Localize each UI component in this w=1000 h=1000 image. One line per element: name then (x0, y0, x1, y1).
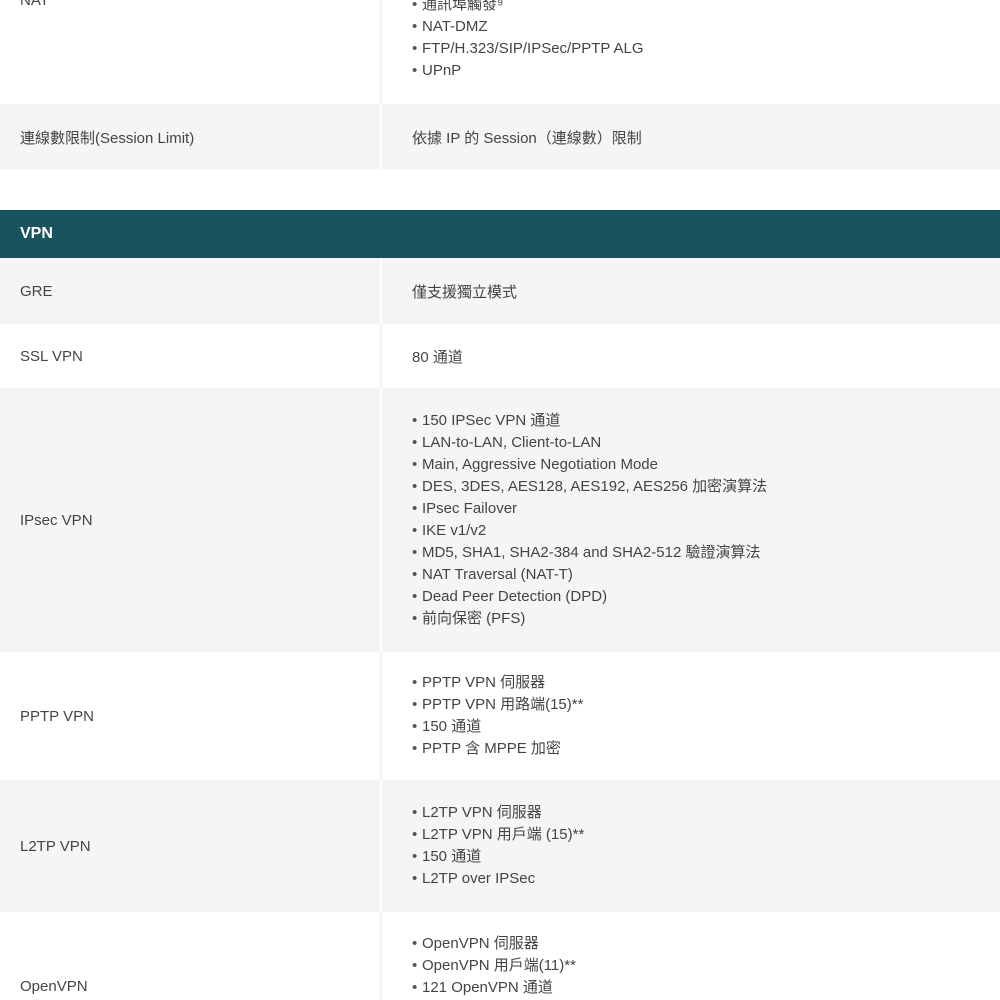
ipsec-vpn-label: IPsec VPN (20, 511, 93, 529)
list-item: L2TP VPN 用戶端 (15)** (412, 824, 584, 846)
gre-value: 僅支援獨立模式 (380, 258, 1000, 324)
nat-list: 通訊埠觸發⁹ NAT-DMZ FTP/H.323/SIP/IPSec/PPTP … (412, 0, 643, 82)
session-limit-row: 連線數限制(Session Limit) 依據 IP 的 Session（連線數… (0, 104, 1000, 170)
list-item: UPnP (412, 60, 643, 82)
section-gap (0, 170, 1000, 210)
l2tp-vpn-row: L2TP VPN L2TP VPN 伺服器 L2TP VPN 用戶端 (15)*… (0, 780, 1000, 912)
list-item: OpenVPN 用戶端(11)** (412, 955, 576, 977)
list-item: IKE v1/v2 (412, 520, 767, 542)
gre-label: GRE (20, 282, 53, 300)
list-item: L2TP over IPSec (412, 868, 584, 890)
l2tp-vpn-value-cell: L2TP VPN 伺服器 L2TP VPN 用戶端 (15)** 150 通道 … (380, 780, 1000, 912)
ipsec-vpn-row: IPsec VPN 150 IPSec VPN 通道 LAN-to-LAN, C… (0, 388, 1000, 652)
list-item: LAN-to-LAN, Client-to-LAN (412, 432, 767, 454)
session-limit-value: 依據 IP 的 Session（連線數）限制 (380, 104, 1000, 170)
list-item: FTP/H.323/SIP/IPSec/PPTP ALG (412, 38, 643, 60)
openvpn-label: OpenVPN (20, 978, 88, 995)
session-limit-label: 連線數限制(Session Limit) (20, 129, 195, 147)
list-item: Main, Aggressive Negotiation Mode (412, 454, 767, 476)
list-item: IPsec Failover (412, 498, 767, 520)
list-item: Dead Peer Detection (DPD) (412, 586, 767, 608)
list-item: 150 IPSec VPN 通道 (412, 410, 767, 432)
openvpn-row: OpenVPN OpenVPN 伺服器 OpenVPN 用戶端(11)** 12… (0, 912, 1000, 1000)
pptp-vpn-list: PPTP VPN 伺服器 PPTP VPN 用路端(15)** 150 通道 P… (412, 672, 583, 760)
pptp-vpn-row: PPTP VPN PPTP VPN 伺服器 PPTP VPN 用路端(15)**… (0, 652, 1000, 780)
list-item: 121 OpenVPN 通道 (412, 977, 576, 999)
list-item: NAT Traversal (NAT-T) (412, 564, 767, 586)
list-item: DES, 3DES, AES128, AES192, AES256 加密演算法 (412, 476, 767, 498)
gre-row: GRE 僅支援獨立模式 (0, 258, 1000, 324)
list-item: MD5, SHA1, SHA2-384 and SHA2-512 驗證演算法 (412, 542, 767, 564)
list-item: 通訊埠觸發⁹ (412, 0, 643, 16)
list-item: PPTP VPN 用路端(15)** (412, 694, 583, 716)
list-item: 150 通道 (412, 846, 584, 868)
nat-label-cell: NAT (0, 0, 380, 104)
list-item: PPTP VPN 伺服器 (412, 672, 583, 694)
list-item: 150 通道 (412, 716, 583, 738)
list-item: NAT-DMZ (412, 16, 643, 38)
ssl-vpn-label: SSL VPN (20, 347, 83, 365)
spec-table: NAT 通訊埠觸發⁹ NAT-DMZ FTP/H.323/SIP/IPSec/P… (0, 0, 1000, 1000)
list-item: 前向保密 (PFS) (412, 608, 767, 630)
list-item: PPTP 含 MPPE 加密 (412, 738, 583, 760)
ssl-vpn-value: 80 通道 (380, 324, 1000, 388)
ssl-vpn-row: SSL VPN 80 通道 (0, 324, 1000, 388)
nat-value-cell: 通訊埠觸發⁹ NAT-DMZ FTP/H.323/SIP/IPSec/PPTP … (380, 0, 1000, 104)
openvpn-list: OpenVPN 伺服器 OpenVPN 用戶端(11)** 121 OpenVP… (412, 933, 576, 999)
pptp-vpn-value-cell: PPTP VPN 伺服器 PPTP VPN 用路端(15)** 150 通道 P… (380, 652, 1000, 780)
list-item: OpenVPN 伺服器 (412, 933, 576, 955)
nat-label: NAT (20, 0, 49, 9)
ipsec-vpn-value-cell: 150 IPSec VPN 通道 LAN-to-LAN, Client-to-L… (380, 388, 1000, 652)
pptp-vpn-label: PPTP VPN (20, 707, 94, 725)
list-item: L2TP VPN 伺服器 (412, 802, 584, 824)
l2tp-vpn-list: L2TP VPN 伺服器 L2TP VPN 用戶端 (15)** 150 通道 … (412, 802, 584, 890)
l2tp-vpn-label: L2TP VPN (20, 837, 91, 855)
vpn-section-header: VPN (0, 210, 1000, 258)
ipsec-vpn-list: 150 IPSec VPN 通道 LAN-to-LAN, Client-to-L… (412, 410, 767, 630)
nat-row: NAT 通訊埠觸發⁹ NAT-DMZ FTP/H.323/SIP/IPSec/P… (0, 0, 1000, 104)
openvpn-value-cell: OpenVPN 伺服器 OpenVPN 用戶端(11)** 121 OpenVP… (380, 912, 1000, 1000)
